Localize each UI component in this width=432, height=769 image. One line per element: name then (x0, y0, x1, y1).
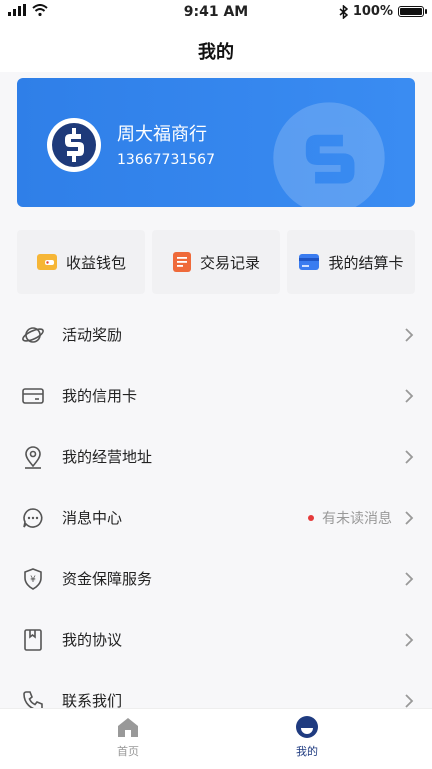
book-icon (24, 628, 42, 651)
menu-item-label: 消息中心 (62, 509, 123, 527)
location-icon (25, 445, 41, 469)
chevron-right-icon (405, 632, 414, 647)
chevron-right-icon (405, 449, 414, 464)
menu-item-agreements[interactable]: 我的协议 (0, 609, 432, 670)
battery-percent: 100% (352, 4, 393, 19)
page-title: 我的 (198, 42, 234, 63)
unread-dot (308, 514, 314, 521)
menu-list: 活动奖励 我的信用卡 我的经营地址 消息中心 有未读消息 ¥ 资金保障服务 我的… (0, 304, 432, 731)
shield-yen-icon: ¥ (24, 567, 42, 590)
menu-item-fund-protection[interactable]: ¥ 资金保障服务 (0, 548, 432, 609)
chevron-right-icon (405, 388, 414, 403)
svg-text:¥: ¥ (30, 575, 36, 585)
merchant-name: 周大福商行 (117, 124, 207, 145)
chevron-right-icon (405, 510, 414, 525)
tab-home-label: 首页 (117, 745, 139, 758)
menu-item-message-center[interactable]: 消息中心 有未读消息 (0, 487, 432, 548)
quick-records-button[interactable]: 交易记录 (152, 230, 280, 294)
quick-wallet-button[interactable]: 收益钱包 (17, 230, 145, 294)
menu-item-business-address[interactable]: 我的经营地址 (0, 426, 432, 487)
home-icon (118, 718, 138, 737)
menu-item-label: 资金保障服务 (62, 570, 153, 588)
tab-profile[interactable]: 我的 (247, 715, 367, 759)
card-icon (299, 254, 320, 270)
status-bar: 9:41 AM 100% (0, 0, 432, 24)
menu-item-label: 我的信用卡 (62, 387, 138, 405)
quick-actions: 收益钱包 交易记录 我的结算卡 (17, 230, 415, 294)
merchant-phone: 13667731567 (117, 152, 215, 168)
unread-indicator: 有未读消息 (308, 508, 392, 528)
menu-item-label: 活动奖励 (62, 326, 123, 344)
quick-records-label: 交易记录 (199, 253, 260, 272)
record-icon (172, 252, 191, 272)
merchant-logo-icon (47, 118, 101, 172)
profile-icon (296, 716, 318, 738)
status-right-group: 100% (339, 4, 427, 19)
unread-text: 有未读消息 (322, 510, 392, 527)
account-card[interactable]: 周大福商行 13667731567 (17, 78, 415, 207)
nav-bar: 我的 (0, 24, 432, 72)
quick-settlement-card-label: 我的结算卡 (328, 253, 404, 272)
planet-icon (22, 326, 44, 343)
credit-card-icon (22, 387, 44, 404)
quick-wallet-label: 收益钱包 (65, 253, 126, 272)
chevron-right-icon (405, 327, 414, 342)
chevron-right-icon (405, 693, 414, 708)
wallet-icon (36, 254, 57, 270)
menu-item-label: 我的协议 (62, 631, 123, 649)
message-icon (23, 507, 43, 528)
battery-fill (400, 8, 422, 15)
battery-icon (398, 6, 427, 17)
menu-item-label: 我的经营地址 (62, 448, 153, 466)
menu-item-activity-rewards[interactable]: 活动奖励 (0, 304, 432, 365)
tab-bar: 首页 我的 (0, 708, 432, 769)
bluetooth-icon (339, 4, 348, 19)
quick-settlement-card-button[interactable]: 我的结算卡 (287, 230, 415, 294)
tab-profile-label: 我的 (296, 745, 318, 758)
chevron-right-icon (405, 571, 414, 586)
menu-item-credit-card[interactable]: 我的信用卡 (0, 365, 432, 426)
tab-home[interactable]: 首页 (68, 715, 188, 759)
watermark-logo-icon (273, 102, 385, 207)
